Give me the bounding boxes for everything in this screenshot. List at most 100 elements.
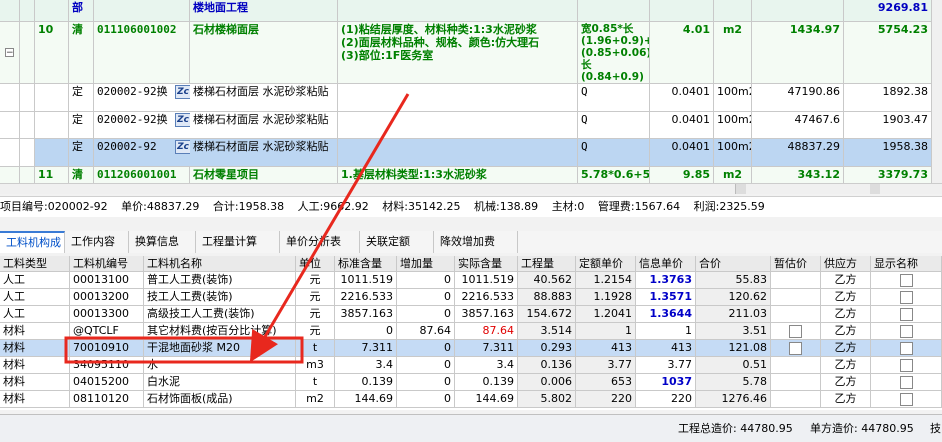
scroll-left-arrow[interactable] (735, 184, 746, 194)
formula-cell[interactable]: 5.78*0.6+5 (578, 167, 650, 183)
cell-dprice[interactable]: 1.2154 (576, 272, 636, 289)
cell-add[interactable]: 87.64 (397, 323, 455, 340)
display-name-checkbox[interactable] (899, 290, 913, 304)
cell-unit[interactable]: m3 (296, 357, 335, 374)
cell-total[interactable]: 55.83 (696, 272, 771, 289)
cell-type[interactable]: 材料 (0, 374, 70, 391)
cell-act[interactable]: 3857.163 (455, 306, 518, 323)
display-name-checkbox[interactable] (899, 358, 913, 372)
features-cell[interactable]: (1)粘结层厚度、材料种类:1:3水泥砂浆 (2)面层材料品种、规格、颜色:仿大… (338, 22, 578, 84)
formula-cell[interactable]: Q (578, 112, 650, 139)
tab-material-composition[interactable]: 工料机构成 (0, 231, 65, 253)
cell-unit[interactable]: 元 (296, 306, 335, 323)
cell-icon[interactable]: Zc (172, 84, 190, 112)
cell-total[interactable]: 3.51 (696, 323, 771, 340)
cell-total[interactable]: 121.08 (696, 340, 771, 357)
cell-supplier[interactable]: 乙方 (821, 374, 871, 391)
cell-name[interactable]: 白水泥 (144, 374, 296, 391)
cell-add[interactable]: 0 (397, 306, 455, 323)
formula-cell[interactable]: Q (578, 84, 650, 112)
zc-icon[interactable]: Zc (175, 113, 190, 127)
cell-supplier[interactable]: 乙方 (821, 323, 871, 340)
cell-act[interactable]: 1011.519 (455, 272, 518, 289)
cell-name[interactable]: 高级技工人工费(装饰) (144, 306, 296, 323)
cell-dprice[interactable]: 220 (576, 391, 636, 408)
cell-disp[interactable] (871, 272, 942, 289)
cell-qty[interactable]: 40.562 (518, 272, 576, 289)
cell-iprice[interactable]: 3.77 (636, 357, 696, 374)
cell-qty[interactable]: 3.514 (518, 323, 576, 340)
cell-code[interactable]: 00013100 (70, 272, 144, 289)
cell-std[interactable]: 0 (335, 323, 397, 340)
table-row[interactable]: 材料 70010910 干混地面砂浆 M20 t 7.311 0 7.311 0.293 413… (0, 340, 942, 357)
cell-qty[interactable]: 88.883 (518, 289, 576, 306)
cell-disp[interactable] (871, 289, 942, 306)
header-add-qty[interactable]: 增加量 (397, 256, 455, 272)
cell-disp[interactable] (871, 306, 942, 323)
cell-unit[interactable]: t (296, 340, 335, 357)
cell-total[interactable]: 5.78 (696, 374, 771, 391)
header-name[interactable]: 工料机名称 (144, 256, 296, 272)
cell-name[interactable]: 水 (144, 357, 296, 374)
cell-supplier[interactable]: 乙方 (821, 272, 871, 289)
table-row[interactable]: 材料 34095110 水 m3 3.4 0 3.4 0.136 3.77 3.77 0.51 乙方 (0, 357, 942, 374)
cell-type[interactable]: 材料 (0, 391, 70, 408)
cell-unit[interactable]: 元 (296, 323, 335, 340)
cell-name[interactable]: 干混地面砂浆 M20 (144, 340, 296, 357)
name-cell[interactable]: 石材楼梯面层 (190, 22, 338, 84)
display-name-checkbox[interactable] (899, 375, 913, 389)
cell-dprice[interactable]: 1.1928 (576, 289, 636, 306)
cell-qty[interactable]: 5.802 (518, 391, 576, 408)
header-total[interactable]: 合价 (696, 256, 771, 272)
cell-std[interactable]: 0.139 (335, 374, 397, 391)
cell-prov[interactable] (771, 374, 821, 391)
cell-std[interactable]: 1011.519 (335, 272, 397, 289)
horizontal-scrollbar[interactable] (0, 183, 942, 194)
cell-qty[interactable]: 0.293 (518, 340, 576, 357)
cell-supplier[interactable]: 乙方 (821, 306, 871, 323)
vertical-scrollbar[interactable] (932, 0, 942, 183)
cell-add[interactable]: 0 (397, 272, 455, 289)
cell-disp[interactable] (871, 357, 942, 374)
cell-std[interactable]: 7.311 (335, 340, 397, 357)
cell-unit[interactable]: t (296, 374, 335, 391)
cell-disp[interactable] (871, 374, 942, 391)
cell-supplier[interactable]: 乙方 (821, 340, 871, 357)
header-act-qty[interactable]: 实际含量 (455, 256, 518, 272)
cell-code[interactable]: 00013200 (70, 289, 144, 306)
cell-std[interactable]: 144.69 (335, 391, 397, 408)
display-name-checkbox[interactable] (899, 307, 913, 321)
cell-type[interactable]: 人工 (0, 289, 70, 306)
cell-name[interactable]: 普工人工费(装饰) (144, 272, 296, 289)
header-provisional[interactable]: 暂估价 (771, 256, 821, 272)
cell-act[interactable]: 87.64 (455, 323, 518, 340)
header-std-qty[interactable]: 标准含量 (335, 256, 397, 272)
provisional-checkbox[interactable] (789, 341, 802, 355)
features-cell[interactable]: 1.基层材料类型:1:3水泥砂浆 (338, 167, 578, 183)
cell-disp[interactable] (871, 340, 942, 357)
cell-icon[interactable]: Zc (172, 139, 190, 167)
cell-act[interactable]: 2216.533 (455, 289, 518, 306)
display-name-checkbox[interactable] (899, 273, 913, 287)
header-quantity[interactable]: 工程量 (518, 256, 576, 272)
cell-name[interactable]: 石材饰面板(成品) (144, 391, 296, 408)
cell-icon[interactable]: Zc (172, 112, 190, 139)
cell-iprice[interactable]: 220 (636, 391, 696, 408)
cell-iprice[interactable]: 1.3571 (636, 289, 696, 306)
cell-qty[interactable]: 0.136 (518, 357, 576, 374)
cell-code[interactable]: @QTCLF (70, 323, 144, 340)
cell-name[interactable]: 其它材料费(按百分比计算) (144, 323, 296, 340)
cell-add[interactable]: 0 (397, 374, 455, 391)
display-name-checkbox[interactable] (899, 324, 913, 338)
cell-dprice[interactable]: 1 (576, 323, 636, 340)
cell-code[interactable]: 70010910 (70, 340, 144, 357)
cell-unit[interactable]: m2 (296, 391, 335, 408)
cell-qty[interactable]: 0.006 (518, 374, 576, 391)
cell-prov[interactable] (771, 289, 821, 306)
tab-unit-price-analysis[interactable]: 单价分析表 (280, 231, 360, 253)
display-name-checkbox[interactable] (899, 392, 913, 406)
table-row[interactable]: 人工 00013100 普工人工费(装饰) 元 1011.519 0 1011.519 40.… (0, 272, 942, 289)
cell-code[interactable]: 00013300 (70, 306, 144, 323)
cell-iprice[interactable]: 1.3644 (636, 306, 696, 323)
cell-act[interactable]: 0.139 (455, 374, 518, 391)
